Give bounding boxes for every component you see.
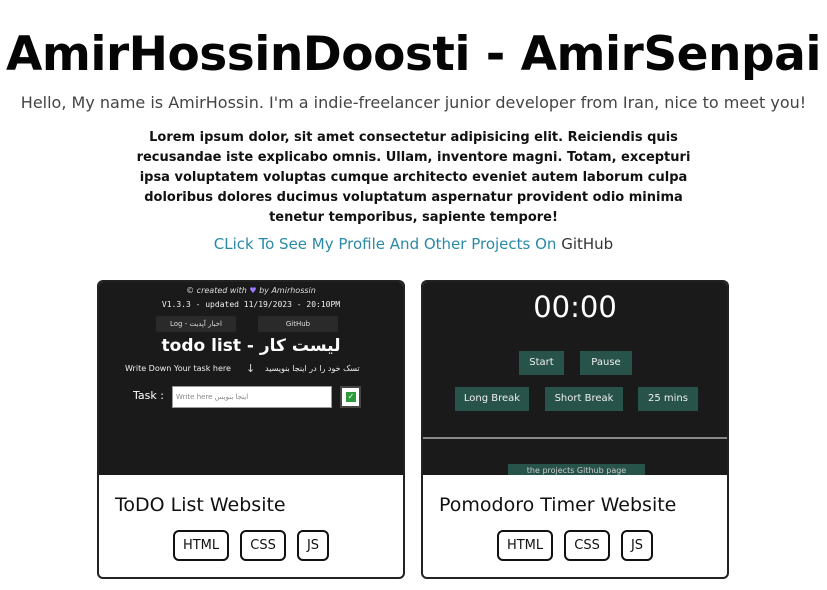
preview-heading: todo list - لیست کار xyxy=(161,336,341,356)
tag-js: JS xyxy=(620,530,654,561)
tag-js: JS xyxy=(296,530,330,561)
project-card-pomodoro[interactable]: 00:00 Start Pause Long Break Short Break… xyxy=(421,280,729,579)
preview-divider xyxy=(423,437,727,439)
github-cta-text: CLick To See My Profile And Other Projec… xyxy=(213,235,562,253)
github-cta: CLick To See My Profile And Other Projec… xyxy=(0,235,827,253)
tag-html: HTML xyxy=(172,530,230,561)
tag-list: HTML CSS JS xyxy=(423,530,727,561)
intro-text: Hello, My name is AmirHossin. I'm a indi… xyxy=(20,93,807,112)
lorem-paragraph: Lorem ipsum dolor, sit amet consectetur … xyxy=(136,130,691,225)
project-card-todo[interactable]: © created with ♥ by Amirhossin V1.3.3 - … xyxy=(97,280,405,579)
preview-pause-button: Pause xyxy=(580,351,632,375)
arrow-down-icon: ↓ xyxy=(246,362,256,375)
preview-25-mins-button: 25 mins xyxy=(638,387,698,411)
todo-preview-image: © created with ♥ by Amirhossin V1.3.3 - … xyxy=(99,282,403,475)
pomodoro-preview-image: 00:00 Start Pause Long Break Short Break… xyxy=(423,282,727,475)
preview-version: V1.3.3 - updated 11/19/2023 - 20:10PM xyxy=(161,300,341,309)
page-title: AmirHossinDoosti - AmirSenpai xyxy=(6,27,821,82)
github-link[interactable]: GitHub xyxy=(561,235,613,253)
check-icon: ✓ xyxy=(346,392,356,402)
tag-html: HTML xyxy=(496,530,554,561)
heart-icon: ♥ xyxy=(249,286,257,295)
project-title: Pomodoro Timer Website xyxy=(439,494,677,516)
preview-log-button: Log - اخبار آپدیت xyxy=(156,316,236,332)
preview-task-input: Write here اینجا بنویس xyxy=(172,386,332,408)
preview-hint-en: Write Down Your task here xyxy=(125,364,231,373)
preview-credit: © created with ♥ by Amirhossin xyxy=(186,286,316,295)
preview-github-button: GitHub xyxy=(258,316,338,332)
preview-short-break-button: Short Break xyxy=(545,387,623,411)
preview-github-page-button: the projects Github page xyxy=(508,464,645,475)
preview-long-break-button: Long Break xyxy=(455,387,529,411)
tag-css: CSS xyxy=(240,530,286,561)
preview-task-label: Task : xyxy=(133,389,164,402)
tag-list: HTML CSS JS xyxy=(99,530,403,561)
tag-css: CSS xyxy=(564,530,610,561)
preview-start-button: Start xyxy=(519,351,564,375)
preview-hint-fa: تسک خود را در اینجا بنویسید xyxy=(265,364,360,373)
preview-timer: 00:00 xyxy=(533,290,617,324)
preview-add-button: ✓ xyxy=(340,386,361,408)
project-title: ToDO List Website xyxy=(115,494,286,516)
